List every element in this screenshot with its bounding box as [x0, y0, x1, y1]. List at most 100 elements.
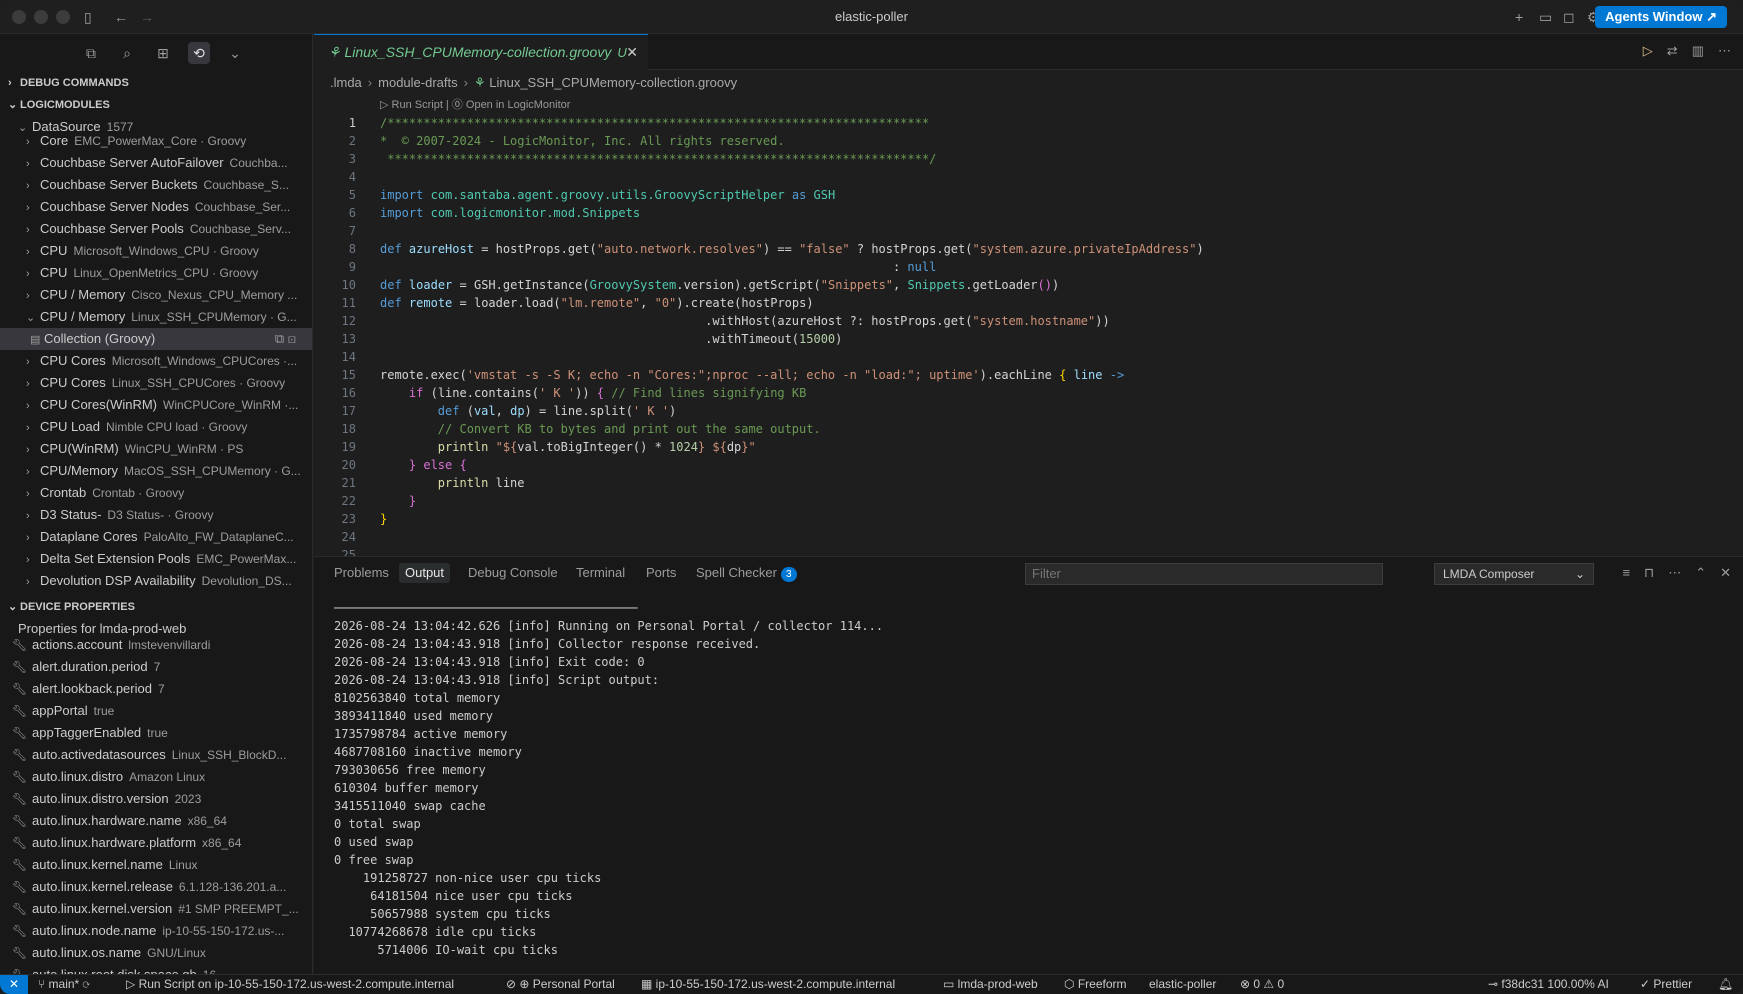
breadcrumb-item[interactable]: module-drafts [378, 75, 457, 90]
lock-icon[interactable]: ⊓ [1644, 565, 1654, 581]
property-value: 7 [153, 660, 161, 674]
open-file-icon[interactable]: ⧉ ⊡ [275, 328, 296, 350]
tree-item-datasource[interactable]: › Dataplane Cores PaloAlto_FW_DataplaneC..… [0, 526, 312, 548]
remote-icon[interactable]: ✕ [0, 975, 28, 994]
tab-output[interactable]: Output [399, 563, 451, 583]
line-number: 1 [348, 116, 356, 130]
tree-item-desc: Microsoft_Windows_CPU · Groovy [73, 244, 259, 258]
logicmonitor-icon[interactable]: ⟲ [188, 42, 210, 64]
breadcrumb-item[interactable]: Linux_SSH_CPUMemory-collection.groovy [489, 75, 737, 90]
tree-item-datasource[interactable]: › CPU Linux_OpenMetrics_CPU · Groovy [0, 262, 312, 284]
close-panel-icon[interactable]: ✕ [1720, 565, 1731, 581]
property-item[interactable]: 🔧︎ auto.linux.os.name GNU/Linux [0, 942, 312, 964]
freeform-status[interactable]: ⬡ Freeform [1064, 977, 1127, 991]
device-properties-section[interactable]: ⌄ DEVICE PROPERTIES [0, 596, 312, 618]
output-line: 191258727 non-nice user cpu ticks [334, 871, 602, 885]
tree-item-datasource[interactable]: › CPU Microsoft_Windows_CPU · Groovy [0, 240, 312, 262]
code-editor[interactable]: ▷ Run Script | ⓪ Open in LogicMonitor 1/… [314, 96, 1743, 556]
property-item[interactable]: 🔧︎ auto.linux.kernel.release 6.1.128-136.2… [0, 876, 312, 898]
tree-item-datasource[interactable]: › CPU/Memory MacOS_SSH_CPUMemory · G... [0, 460, 312, 482]
breadcrumb-item[interactable]: .lmda [330, 75, 362, 90]
logicmodules-section[interactable]: ⌄ LOGICMODULES [0, 94, 312, 116]
close-tab-icon[interactable]: ✕ [626, 35, 638, 69]
tree-item-datasource[interactable]: › Couchbase Server Buckets Couchbase_S... [0, 174, 312, 196]
new-icon[interactable]: + [1515, 8, 1523, 26]
layout-panel-icon[interactable]: ▭ [1539, 8, 1552, 26]
tab-terminal[interactable]: Terminal [576, 565, 625, 580]
output-log[interactable]: ────────────────────────────────────────… [334, 599, 883, 959]
property-item[interactable]: 🔧︎ alert.duration.period 7 [0, 656, 312, 678]
tree-item-collection[interactable]: ▤ Collection (Groovy) ⧉ ⊡ [0, 328, 312, 350]
tab-debug-console[interactable]: Debug Console [468, 565, 558, 580]
tab-ports[interactable]: Ports [646, 565, 676, 580]
tree-item-label: Delta Set Extension Pools [40, 551, 191, 566]
compare-icon[interactable]: ⇄ [1667, 43, 1678, 59]
run-icon[interactable]: ▷ [1643, 43, 1653, 59]
extensions-icon[interactable]: ⊞ [152, 42, 174, 64]
output-channel-select[interactable]: LMDA Composer ⌄ [1434, 563, 1594, 585]
channel-label: LMDA Composer [1443, 567, 1535, 581]
tree-item-datasource[interactable]: › Devolution DSP Availability Devolution_D… [0, 570, 312, 592]
tree-item-datasource[interactable]: › Couchbase Server AutoFailover Couchba... [0, 152, 312, 174]
codelens[interactable]: ▷ Run Script | ⓪ Open in LogicMonitor [380, 96, 570, 112]
more-actions-icon[interactable]: ⋯ [1718, 43, 1731, 59]
property-item[interactable]: 🔧︎ auto.linux.hardware.platform x86_64 [0, 832, 312, 854]
formatter-status[interactable]: ✓ Prettier [1640, 977, 1692, 991]
property-item[interactable]: 🔧︎ appTaggerEnabled true [0, 722, 312, 744]
property-item[interactable]: 🔧︎ auto.linux.hardware.name x86_64 [0, 810, 312, 832]
tree-item-datasource[interactable]: › CPU Cores(WinRM) WinCPUCore_WinRM ·... [0, 394, 312, 416]
property-item[interactable]: 🔧︎ appPortal true [0, 700, 312, 722]
property-item[interactable]: 🔧︎ actions.account lmstevenvillardi [0, 634, 312, 656]
chat-icon[interactable]: ◻ [1563, 8, 1575, 26]
notifications-icon[interactable]: 🔔︎ [1718, 977, 1733, 991]
clear-output-icon[interactable]: ≡ [1622, 565, 1630, 581]
property-item[interactable]: 🔧︎ auto.activedatasources Linux_SSH_BlockD… [0, 744, 312, 766]
tree-item-datasource[interactable]: › CPU Load Nimble CPU load · Groovy [0, 416, 312, 438]
tab-collection-groovy[interactable]: ⚘ Linux_SSH_CPUMemory-collection.groovy U… [314, 34, 648, 70]
split-editor-icon[interactable]: ▥ [1692, 43, 1704, 59]
files-icon[interactable]: ⧉ [80, 42, 102, 64]
property-value: true [93, 704, 115, 718]
project-status[interactable]: elastic-poller [1149, 977, 1216, 991]
tree-item-datasource[interactable]: › CPU Cores Linux_SSH_CPUCores · Groovy [0, 372, 312, 394]
tree-item-datasource[interactable]: ⌄ CPU / Memory Linux_SSH_CPUMemory · G... [0, 306, 312, 328]
problems-status[interactable]: ⊗ 0 ⚠ 0 [1240, 977, 1284, 991]
search-icon[interactable]: ⌕ [116, 42, 138, 64]
chevron-right-icon: › [26, 576, 30, 588]
tree-item-datasource[interactable]: › Core EMC_PowerMax_Core · Groovy [0, 130, 312, 152]
host-status[interactable]: ▦ ip-10-55-150-172.us-west-2.compute.int… [641, 977, 895, 991]
property-key: appPortal [32, 703, 88, 718]
tab-problems[interactable]: Problems [334, 565, 389, 580]
debug-commands-section[interactable]: › DEBUG COMMANDS [0, 72, 312, 94]
tree-item-datasource[interactable]: › Crontab Crontab · Groovy [0, 482, 312, 504]
run-script-status[interactable]: ▷ Run Script on ip-10-55-150-172.us-west… [126, 977, 454, 991]
tree-item-datasource[interactable]: › CPU Cores Microsoft_Windows_CPUCores ·..… [0, 350, 312, 372]
maximize-panel-icon[interactable]: ⌃ [1695, 565, 1706, 581]
tree-item-datasource[interactable]: › Couchbase Server Pools Couchbase_Serv... [0, 218, 312, 240]
commit-status[interactable]: ⊸ f38dc31 100.00% AI [1488, 977, 1609, 991]
property-item[interactable]: 🔧︎ alert.lookback.period 7 [0, 678, 312, 700]
sidebar-toolbar: ⧉ ⌕ ⊞ ⟲ ⌄ [0, 34, 312, 72]
breadcrumb: .lmda › module-drafts › ⚘ Linux_SSH_CPUMemor… [330, 75, 738, 90]
tree-item-datasource[interactable]: › D3 Status- D3 Status- · Groovy [0, 504, 312, 526]
property-item[interactable]: 🔧︎ auto.linux.node.name ip-10-55-150-172.u… [0, 920, 312, 942]
device-status[interactable]: ▭ lmda-prod-web [943, 977, 1038, 991]
property-item[interactable]: 🔧︎ auto.linux.kernel.name Linux [0, 854, 312, 876]
agents-window-button[interactable]: Agents Window ↗ [1595, 6, 1727, 28]
filter-input[interactable]: Filter [1025, 563, 1383, 585]
tree-item-datasource[interactable]: › CPU / Memory Cisco_Nexus_CPU_Memory ... [0, 284, 312, 306]
property-item[interactable]: 🔧︎ auto.linux.distro.version 2023 [0, 788, 312, 810]
property-item[interactable]: 🔧︎ auto.linux.distro Amazon Linux [0, 766, 312, 788]
chevron-down-icon[interactable]: ⌄ [224, 42, 246, 64]
tree-item-desc: EMC_PowerMax... [196, 552, 297, 566]
property-item[interactable]: 🔧︎auto.linux.root.disk.space.gb16 [0, 964, 312, 974]
tab-spell-checker[interactable]: Spell Checker 3 [696, 565, 797, 582]
tree-item-datasource[interactable]: › Delta Set Extension Pools EMC_PowerMax..… [0, 548, 312, 570]
branch-indicator[interactable]: ⑂ main* ⟳ [38, 977, 90, 991]
tree-item-datasource[interactable]: › Couchbase Server Nodes Couchbase_Ser... [0, 196, 312, 218]
tree-item-datasource[interactable]: › CPU(WinRM) WinCPU_WinRM · PS [0, 438, 312, 460]
portal-status[interactable]: ⊘ ⊕ Personal Portal [506, 977, 615, 991]
property-item[interactable]: 🔧︎ auto.linux.kernel.version #1 SMP PREEMP… [0, 898, 312, 920]
more-actions-icon[interactable]: ⋯ [1668, 565, 1681, 581]
property-key: auto.linux.hardware.platform [32, 835, 197, 850]
